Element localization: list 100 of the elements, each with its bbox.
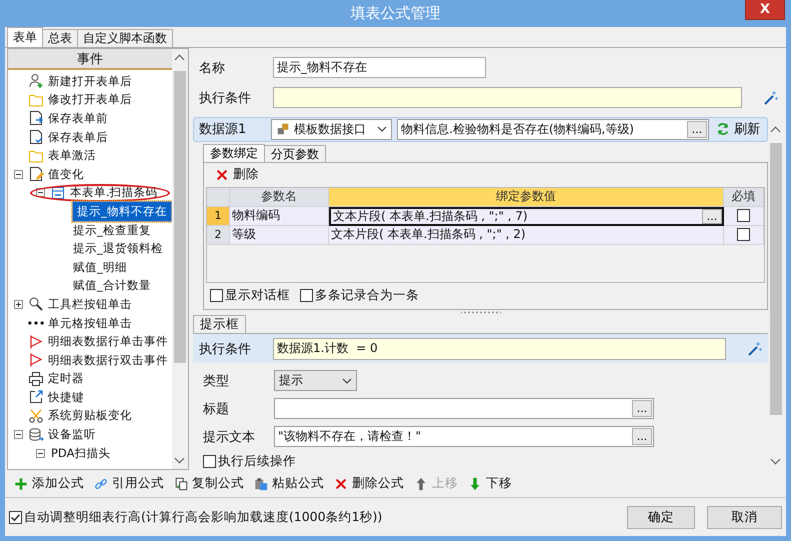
toolbar-button[interactable]: 引用公式 bbox=[89, 475, 169, 492]
collapse-icon[interactable] bbox=[36, 188, 45, 198]
cell-text: 文本片段( 本表单.扫描条码 , ";" , 7) bbox=[333, 208, 528, 224]
cell-text: 文本片段( 本表单.扫描条码 , ";" , 2) bbox=[331, 226, 526, 244]
row-number[interactable]: 2 bbox=[207, 226, 230, 245]
tree-item[interactable]: PDA扫描头 bbox=[50, 446, 112, 461]
checkbox[interactable] bbox=[203, 455, 216, 468]
browse-button[interactable]: ... bbox=[687, 120, 707, 138]
column-header[interactable]: 参数名 bbox=[230, 188, 329, 207]
dialog-button[interactable]: 确定 bbox=[627, 506, 695, 528]
tree-item[interactable]: 保存表单后 bbox=[47, 130, 109, 145]
dialog-button[interactable]: 取消 bbox=[707, 506, 782, 528]
checkbox[interactable] bbox=[737, 209, 750, 222]
checkbox[interactable] bbox=[9, 510, 22, 524]
copy-icon bbox=[174, 476, 188, 490]
tree-item[interactable]: 快捷键 bbox=[47, 390, 85, 405]
tree-item[interactable]: 设备监听 bbox=[47, 427, 97, 442]
tree-item[interactable]: 赋值_明细 bbox=[72, 260, 128, 275]
name-field[interactable]: 提示_物料不存在 bbox=[273, 57, 486, 78]
checkbox-label: 自动调整明细表行高(计算行高会影响加载速度(1000条约1秒)) bbox=[24, 508, 382, 526]
field-label: 数据源1 bbox=[199, 121, 248, 138]
tree-item[interactable]: 提示_退货领料检 bbox=[72, 241, 164, 256]
tree-item[interactable]: 表单激活 bbox=[47, 148, 97, 164]
magic-wand-icon[interactable] bbox=[746, 340, 762, 356]
collapse-icon[interactable] bbox=[14, 170, 23, 179]
toolbar-button[interactable]: 添加公式 bbox=[9, 475, 89, 492]
cross-icon bbox=[215, 168, 229, 182]
condition-field[interactable]: 数据源1.计数 = 0 bbox=[273, 338, 726, 360]
tree-item[interactable]: 明细表数据行单击事件 bbox=[47, 334, 169, 350]
column-header[interactable]: 必填 bbox=[724, 188, 764, 207]
tab[interactable]: 表单 bbox=[7, 27, 43, 47]
checkbox[interactable] bbox=[737, 228, 750, 242]
printer-icon bbox=[28, 370, 44, 387]
tree-item[interactable]: 定时器 bbox=[47, 371, 85, 386]
external-link-icon bbox=[28, 389, 44, 406]
collapse-icon[interactable] bbox=[36, 448, 45, 458]
tab[interactable]: 总表 bbox=[42, 29, 78, 47]
tree-item[interactable]: 提示_检查重复 bbox=[72, 222, 152, 238]
chevron-down-icon bbox=[377, 126, 387, 132]
document-pencil-icon bbox=[28, 166, 44, 182]
checkbox-label: 执行后续操作 bbox=[218, 453, 296, 470]
title-field[interactable]: ... bbox=[274, 398, 654, 419]
tab[interactable]: 参数绑定 bbox=[203, 144, 265, 162]
checkbox[interactable] bbox=[300, 289, 313, 302]
scrollbar[interactable] bbox=[172, 49, 188, 469]
checkbox-label: 多条记录合为一条 bbox=[315, 287, 419, 304]
close-button[interactable]: X bbox=[745, 0, 785, 20]
message-text-field[interactable]: "该物料不存在，请检查！" ... bbox=[274, 426, 654, 447]
tree-item[interactable]: 新建打开表单后 bbox=[47, 74, 133, 89]
expand-icon[interactable] bbox=[14, 300, 23, 309]
delete-button[interactable]: 删除 bbox=[210, 166, 264, 184]
clipboard-icon bbox=[254, 476, 268, 490]
cube-icon bbox=[276, 122, 290, 136]
tab[interactable]: 自定义脚本函数 bbox=[77, 29, 173, 47]
flag-icon bbox=[28, 334, 44, 350]
refresh-button[interactable]: 刷新 bbox=[714, 120, 762, 138]
plus-icon bbox=[14, 476, 28, 490]
tree-item[interactable]: 系统剪贴板变化 bbox=[47, 408, 133, 424]
browse-button[interactable]: ... bbox=[702, 208, 722, 224]
field-label: 执行条件 bbox=[199, 90, 252, 106]
tree-item[interactable]: 明细表数据行双击事件 bbox=[47, 352, 169, 368]
browse-button[interactable]: ... bbox=[632, 428, 652, 445]
column-header[interactable]: 绑定参数值 bbox=[329, 188, 724, 207]
type-dropdown[interactable]: 提示 bbox=[274, 370, 357, 391]
tree-item[interactable]: 修改打开表单后 bbox=[47, 92, 133, 108]
database-icon bbox=[28, 426, 44, 443]
tree-item[interactable]: 值变化 bbox=[47, 166, 85, 182]
section-tab[interactable]: 提示框 bbox=[193, 315, 246, 333]
toolbar-button[interactable]: 下移 bbox=[463, 475, 517, 492]
browse-button[interactable]: ... bbox=[632, 400, 652, 417]
method-field[interactable]: 物料信息.检验物料是否存在(物料编码,等级) ... bbox=[397, 118, 709, 140]
chevron-down-icon bbox=[342, 378, 352, 384]
cross-icon bbox=[334, 476, 348, 490]
tree-item[interactable]: 提示_物料不存在 bbox=[72, 200, 172, 222]
datasource-dropdown[interactable]: 模板数据接口 bbox=[271, 118, 392, 140]
collapse-icon[interactable] bbox=[14, 430, 23, 440]
tree-item[interactable]: 单元格按钮单击 bbox=[47, 316, 133, 331]
table-cell[interactable]: 文本片段( 本表单.扫描条码 , ";" , 7) ... bbox=[329, 206, 724, 226]
toolbar-button[interactable]: 删除公式 bbox=[329, 475, 409, 492]
refresh-icon bbox=[716, 122, 730, 136]
toolbar-button[interactable]: 复制公式 bbox=[169, 475, 249, 492]
magnifier-icon bbox=[28, 296, 44, 312]
tree-item[interactable]: 工具栏按钮单击 bbox=[47, 296, 133, 312]
tree-item[interactable]: 赋值_合计数量 bbox=[72, 278, 152, 294]
field-label: 提示文本 bbox=[203, 428, 256, 446]
table-cell[interactable]: 文本片段( 本表单.扫描条码 , ";" , 2) bbox=[329, 226, 724, 245]
table-cell: 物料编码 bbox=[230, 206, 329, 226]
header-corner bbox=[207, 188, 230, 207]
magic-wand-icon[interactable] bbox=[762, 90, 778, 106]
field-label: 类型 bbox=[203, 372, 230, 390]
window-title: 填表公式管理 bbox=[350, 4, 440, 23]
toolbar-button[interactable]: 粘贴公式 bbox=[249, 475, 329, 492]
tree-item[interactable]: 保存表单前 bbox=[47, 110, 109, 126]
row-number[interactable]: 1 bbox=[207, 206, 230, 226]
checkbox[interactable] bbox=[210, 289, 223, 302]
condition-field[interactable] bbox=[273, 87, 742, 108]
tab[interactable]: 分页参数 bbox=[264, 144, 326, 162]
field-label: 执行条件 bbox=[199, 340, 252, 358]
arrow-up-icon bbox=[414, 476, 428, 490]
scissors-icon bbox=[28, 408, 44, 424]
